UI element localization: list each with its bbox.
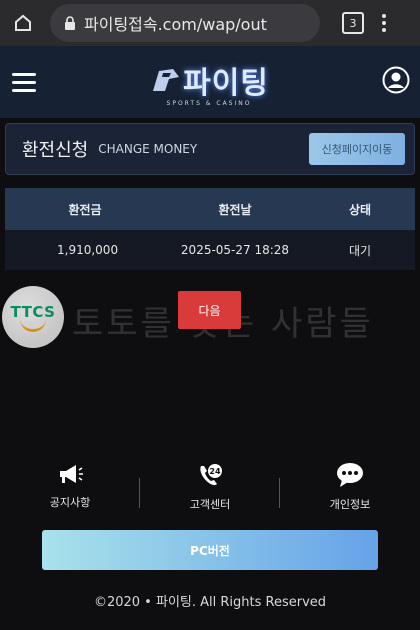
table-row: 1,910,000 2025-05-27 18:28 대기 xyxy=(5,230,415,270)
footer-divider xyxy=(139,478,140,508)
footer-notice-label: 공지사항 xyxy=(49,496,91,509)
tab-count: 3 xyxy=(349,16,357,30)
home-icon xyxy=(15,14,31,31)
header-status: 상태 xyxy=(348,202,372,217)
tab-switcher-button[interactable]: 3 xyxy=(342,12,364,34)
header-amount: 환전금 xyxy=(68,202,102,217)
hamburger-menu-button[interactable] xyxy=(12,72,36,92)
logo-text: 파이팅 xyxy=(183,65,269,101)
logo-subtitle: SPORTS & CASINO xyxy=(166,99,252,107)
lock-icon xyxy=(65,16,75,30)
page-title-bar: 환전신청 CHANGE MONEY 신청페이지이동 xyxy=(5,123,415,175)
support-badge-text: 24 xyxy=(209,467,221,476)
site-header: 파이팅 SPORTS & CASINO xyxy=(0,46,420,118)
copyright-text: ©2020 • 파이팅. All Rights Reserved xyxy=(93,595,327,610)
cell-amount: 1,910,000 xyxy=(57,243,119,257)
megaphone-icon xyxy=(60,465,83,483)
cell-date: 2025-05-27 18:28 xyxy=(180,243,290,257)
watermark-logo: TTCS xyxy=(2,286,64,348)
fighter-logo-icon xyxy=(153,68,180,91)
browser-toolbar: 파이팅접속.com/wap/out 3 xyxy=(0,0,420,46)
table-header: 환전금 환전날 상태 xyxy=(5,188,415,230)
apply-page-button[interactable]: 신청페이지이동 xyxy=(309,133,405,165)
phone-24-icon: 24 xyxy=(200,464,222,486)
cell-status: 대기 xyxy=(348,243,372,258)
footer-notice-link[interactable]: 공지사항 xyxy=(0,462,140,522)
footer-privacy-link[interactable]: 개인정보 xyxy=(280,462,420,522)
user-icon xyxy=(382,66,410,94)
chat-bubble-icon xyxy=(337,463,363,487)
smile-icon xyxy=(20,319,46,332)
footer-support-link[interactable]: 24 고객센터 xyxy=(140,462,280,522)
footer-links: 공지사항 24 고객센터 개인정보 xyxy=(0,462,420,522)
page-title: 환전신청 xyxy=(22,140,89,161)
footer-support-label: 고객센터 xyxy=(189,498,231,511)
footer-privacy-label: 개인정보 xyxy=(329,498,371,511)
more-vert-icon xyxy=(382,14,386,18)
pc-version-button[interactable]: PC버전 xyxy=(42,530,378,570)
page-subtitle: CHANGE MONEY xyxy=(98,142,198,156)
menu-icon xyxy=(12,72,36,76)
withdrawal-table: 환전금 환전날 상태 1,910,000 2025-05-27 18:28 대기 xyxy=(5,188,415,270)
user-account-button[interactable] xyxy=(382,66,410,98)
header-date: 환전날 xyxy=(218,202,252,217)
footer-divider xyxy=(279,478,280,508)
watermark-logo-text: TTCS xyxy=(10,302,56,321)
site-logo[interactable]: 파이팅 SPORTS & CASINO xyxy=(149,58,269,107)
address-bar[interactable]: 파이팅접속.com/wap/out xyxy=(50,4,320,42)
browser-menu-button[interactable] xyxy=(382,14,386,32)
home-button[interactable] xyxy=(0,0,46,46)
next-button[interactable]: 다음 xyxy=(178,291,241,329)
url-text: 파이팅접속.com/wap/out xyxy=(84,15,267,34)
